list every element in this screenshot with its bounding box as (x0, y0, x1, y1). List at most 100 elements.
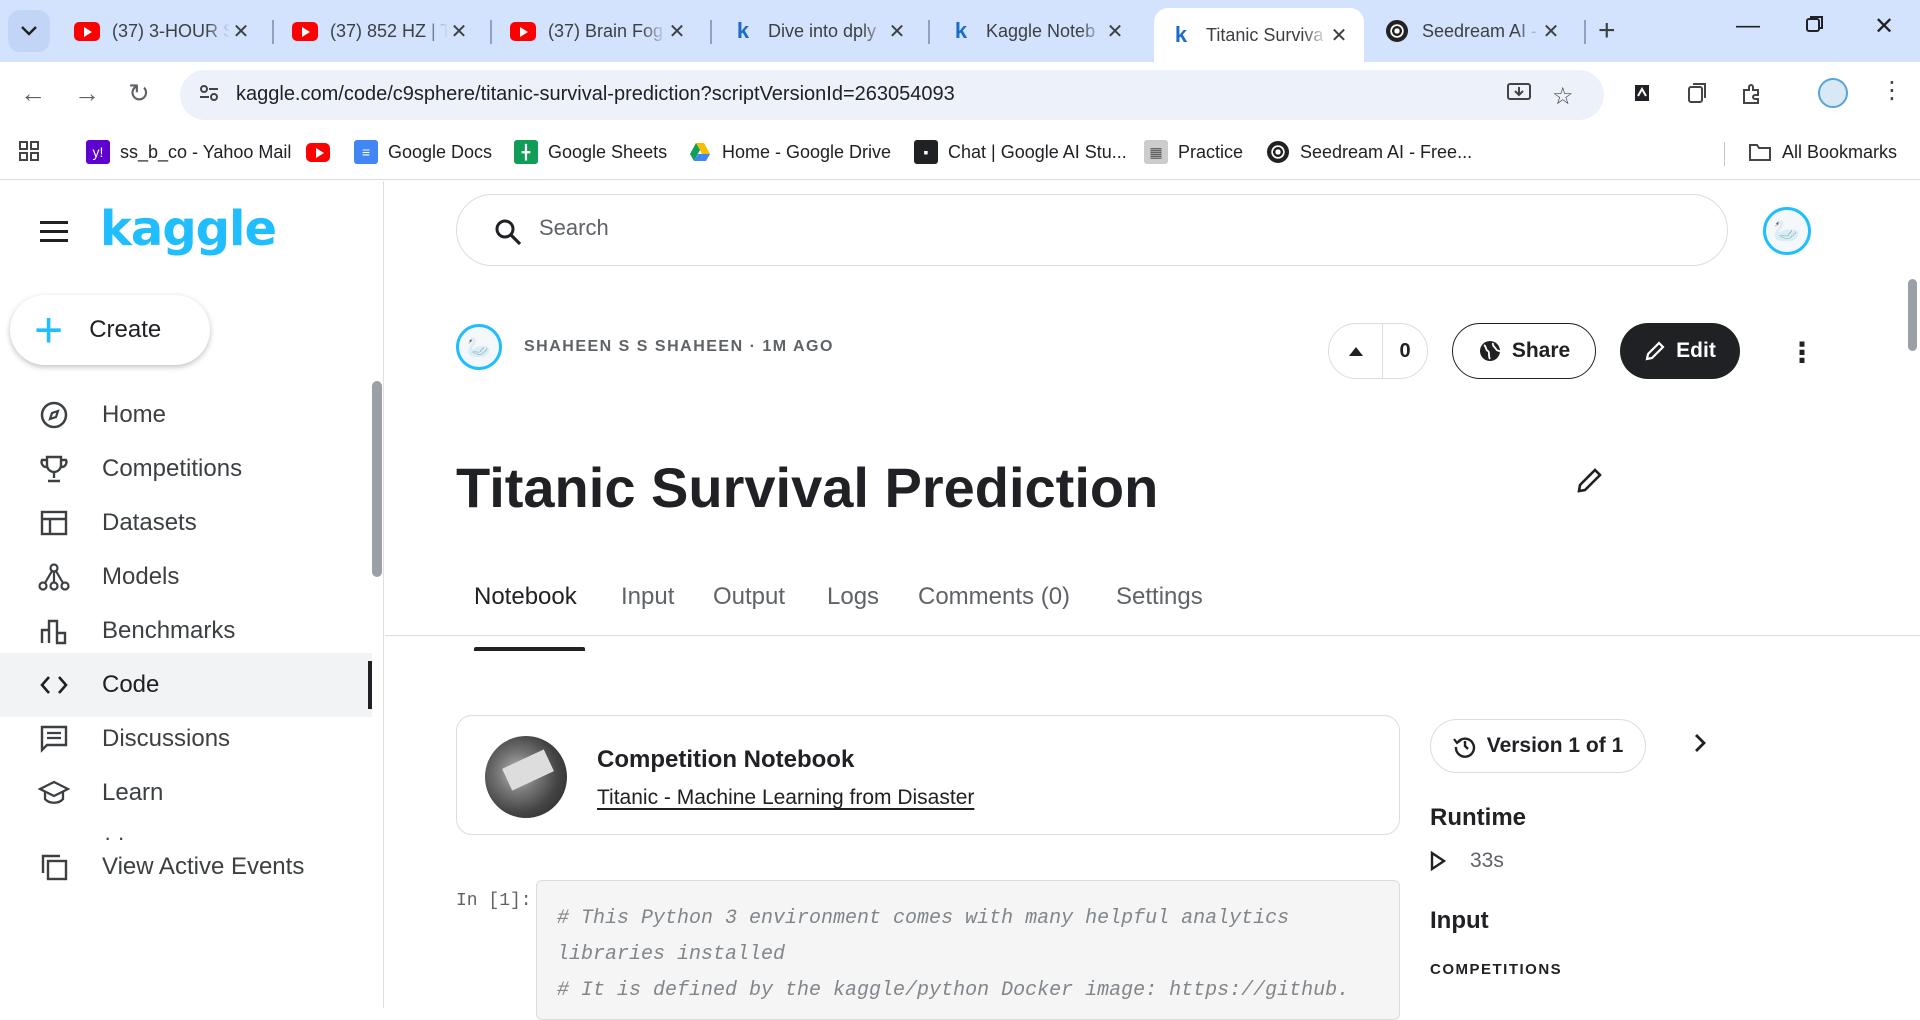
close-tab-icon[interactable]: ✕ (1540, 19, 1562, 44)
browser-tab[interactable]: (37) 852 HZ | T ✕ (278, 8, 484, 54)
youtube-icon (306, 140, 330, 164)
sidebar-scrollbar[interactable] (372, 381, 382, 577)
reload-icon[interactable]: ↻ (128, 78, 150, 109)
more-options-icon[interactable]: ⋮ (1788, 336, 1816, 369)
forward-icon[interactable]: → (74, 78, 100, 109)
runtime-heading: Runtime (1430, 804, 1526, 831)
apps-grid-icon[interactable] (18, 140, 40, 162)
triangle-up-icon (1348, 347, 1363, 356)
install-app-icon[interactable] (1506, 82, 1532, 110)
tab-search-button[interactable] (8, 10, 50, 52)
competition-card-heading: Competition Notebook (597, 746, 855, 773)
bookmark-item[interactable]: ≡ Google Docs (354, 140, 492, 164)
back-icon[interactable]: ← (20, 78, 46, 109)
browser-tab[interactable]: (37) Brain Fog ✕ (496, 8, 702, 54)
browser-tab[interactable]: k Kaggle Noteb ✕ (934, 8, 1140, 54)
all-bookmarks-label: All Bookmarks (1782, 141, 1898, 162)
table-icon (34, 508, 74, 538)
bookmark-star-icon[interactable]: ☆ (1552, 82, 1574, 111)
cell-execution-label: In [1]: (456, 891, 532, 911)
titanic-thumbnail (485, 736, 567, 818)
tab-title: (37) 852 HZ | T (330, 20, 448, 41)
kaggle-icon: k (736, 18, 750, 43)
bookmark-item[interactable] (306, 140, 340, 164)
extension-icon[interactable] (1632, 82, 1652, 110)
bookmark-label: ss_b_co - Yahoo Mail (120, 141, 292, 162)
sidebar-item-view-active-events[interactable]: View Active Events (0, 835, 372, 899)
browser-tab[interactable]: Seedream AI - ✕ (1370, 8, 1576, 54)
tab-title: (37) 3-HOUR S (112, 20, 230, 41)
search-bar[interactable] (456, 194, 1728, 266)
tab-title: Dive into dply (768, 20, 877, 41)
bookmark-item[interactable]: Seedream AI - Free... (1266, 140, 1472, 164)
tab-comments[interactable]: Comments (0) (918, 583, 1070, 611)
bookmark-item[interactable]: ╋ Google Sheets (514, 140, 667, 164)
tab-settings[interactable]: Settings (1116, 583, 1203, 611)
competitions-caption: COMPETITIONS (1430, 961, 1563, 978)
edit-button[interactable]: Edit (1620, 323, 1740, 379)
browser-tab[interactable]: (37) 3-HOUR S ✕ (60, 8, 266, 54)
search-input[interactable] (539, 215, 1639, 241)
close-window-icon[interactable]: ✕ (1874, 12, 1894, 41)
sidebar-item-label: Home (102, 401, 167, 428)
play-icon (1430, 851, 1446, 871)
practice-icon: ▦ (1144, 140, 1168, 164)
competition-link[interactable]: Titanic - Machine Learning from Disaster (597, 786, 974, 810)
create-button[interactable]: + Create (10, 295, 210, 365)
code-cell[interactable]: # This Python 3 environment comes with m… (536, 880, 1400, 1020)
browser-tab[interactable]: k Dive into dply ✕ (716, 8, 922, 54)
discussion-icon (34, 724, 74, 754)
edit-title-pencil-icon[interactable] (1575, 465, 1605, 500)
tab-logs[interactable]: Logs (827, 583, 879, 611)
runtime-value-row: 33s (1430, 849, 1504, 873)
reading-list-icon[interactable] (1686, 82, 1708, 110)
chevron-right-icon[interactable] (1692, 729, 1708, 761)
bookmark-item[interactable]: ▦ Practice (1144, 140, 1243, 164)
close-tab-icon[interactable]: ✕ (230, 19, 252, 44)
notebook-main: 🦢 🦢 SHAHEEN S S SHAHEEN · 1M AGO 0 Share… (385, 181, 1920, 1020)
puzzle-icon[interactable] (1740, 82, 1764, 112)
globe-icon (1478, 339, 1502, 363)
user-avatar[interactable]: 🦢 (1763, 207, 1811, 255)
author-avatar[interactable]: 🦢 (456, 324, 502, 370)
restore-icon[interactable] (1806, 12, 1824, 40)
tab-input[interactable]: Input (621, 583, 674, 611)
tab-notebook[interactable]: Notebook (474, 583, 577, 611)
hamburger-menu-icon[interactable] (40, 221, 68, 248)
close-tab-icon[interactable]: ✕ (1104, 19, 1126, 44)
sidebar-item-label: Code (102, 671, 160, 698)
bookmark-item[interactable]: y! ss_b_co - Yahoo Mail (86, 140, 291, 164)
sidebar-item-learn[interactable]: Learn (0, 761, 372, 825)
drive-icon (688, 140, 712, 164)
new-tab-button[interactable]: + (1598, 14, 1616, 48)
address-bar[interactable]: kaggle.com/code/c9sphere/titanic-surviva… (180, 70, 1604, 120)
all-bookmarks-button[interactable]: All Bookmarks (1748, 140, 1897, 164)
close-tab-icon[interactable]: ✕ (448, 19, 470, 44)
version-button[interactable]: Version 1 of 1 (1430, 719, 1646, 773)
share-button[interactable]: Share (1452, 323, 1596, 379)
minimize-icon[interactable]: — (1736, 12, 1760, 40)
main-scrollbar[interactable] (1908, 279, 1917, 351)
youtube-icon (510, 21, 536, 41)
bookmark-label: Seedream AI - Free... (1300, 141, 1473, 162)
bookmark-item[interactable]: ▪ Chat | Google AI Stu... (914, 140, 1127, 164)
browser-tab-active[interactable]: k Titanic Surviva ✕ (1154, 8, 1364, 62)
bookmark-label: Chat | Google AI Stu... (948, 141, 1127, 162)
site-info-icon[interactable] (198, 82, 220, 110)
chrome-menu-icon[interactable]: ⋮ (1880, 76, 1904, 105)
browser-profile-avatar[interactable] (1818, 78, 1848, 108)
url-text: kaggle.com/code/c9sphere/titanic-surviva… (236, 83, 955, 105)
search-icon (493, 217, 523, 252)
bookmark-item[interactable]: Home - Google Drive (688, 140, 891, 164)
kaggle-logo[interactable]: kaggle (100, 201, 277, 257)
author-meta[interactable]: SHAHEEN S S SHAHEEN · 1M AGO (524, 338, 834, 356)
close-tab-icon[interactable]: ✕ (666, 19, 688, 44)
sidebar-item-label: Benchmarks (102, 617, 236, 644)
browser-toolbar: ← → ↻ kaggle.com/code/c9sphere/titanic-s… (0, 62, 1920, 128)
close-tab-icon[interactable]: ✕ (1328, 23, 1350, 48)
code-icon (34, 672, 74, 698)
upvote-button[interactable] (1329, 324, 1383, 378)
close-tab-icon[interactable]: ✕ (886, 19, 908, 44)
tab-output[interactable]: Output (713, 583, 785, 611)
tab-title: Titanic Surviva (1206, 24, 1324, 45)
